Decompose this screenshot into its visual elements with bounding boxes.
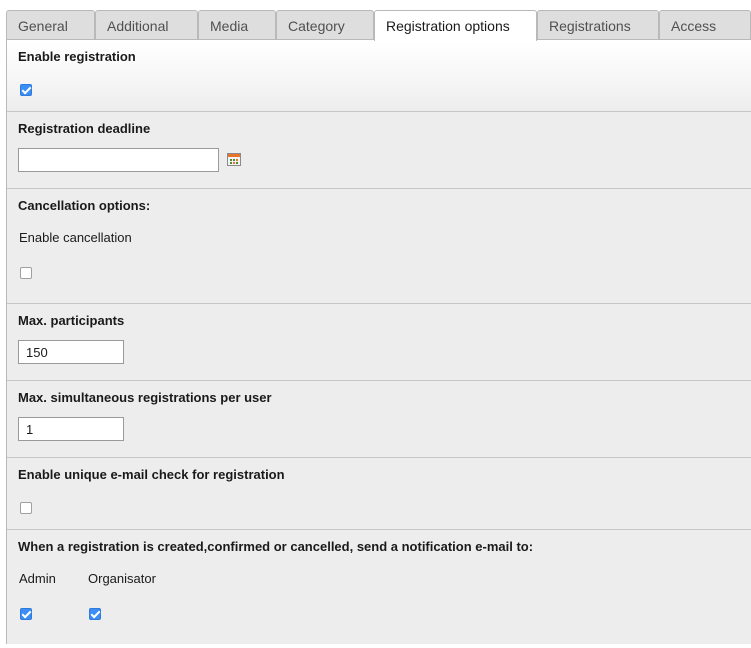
section-cancellation-options: Cancellation options: Enable cancellatio… [7,189,751,304]
registration-options-form: General Additional Media Category Regist… [0,0,751,648]
section-max-participants: Max. participants 150 [7,304,751,381]
tab-registration-options[interactable]: Registration options [374,10,537,41]
organisator-checkbox[interactable] [89,608,101,620]
section-max-simultaneous: Max. simultaneous registrations per user… [7,381,751,458]
tab-label: Registrations [549,18,631,34]
tab-general[interactable]: General [6,10,95,40]
tab-label: Category [288,18,345,34]
tab-label: Media [210,18,249,34]
admin-checkbox[interactable] [20,608,32,620]
tab-media[interactable]: Media [198,10,276,40]
registration-deadline-label: Registration deadline [18,121,151,136]
tab-label: Access [671,18,717,34]
max-simultaneous-input[interactable]: 1 [18,417,124,441]
section-registration-deadline: Registration deadline [7,112,751,189]
section-enable-registration: Enable registration [7,40,751,112]
tab-registrations[interactable]: Registrations [537,10,659,40]
enable-registration-label: Enable registration [18,49,136,64]
tab-label: Additional [107,18,169,34]
section-unique-email-check: Enable unique e-mail check for registrat… [7,458,751,530]
calendar-icon[interactable] [227,153,241,166]
enable-registration-checkbox[interactable] [20,84,32,96]
enable-cancellation-label: Enable cancellation [19,230,132,245]
tab-access[interactable]: Access [659,10,751,40]
notification-label: When a registration is created,confirmed… [18,539,534,554]
tab-label: General [18,18,68,34]
cancellation-options-label: Cancellation options: [18,198,151,213]
tab-panel: Enable registration Registration deadlin… [6,39,751,644]
registration-deadline-input[interactable] [18,148,219,172]
organisator-label: Organisator [88,571,156,586]
max-participants-label: Max. participants [18,313,125,328]
tab-additional[interactable]: Additional [95,10,198,40]
tab-category[interactable]: Category [276,10,374,40]
section-notification: When a registration is created,confirmed… [7,530,751,644]
unique-email-label: Enable unique e-mail check for registrat… [18,467,285,482]
max-simultaneous-label: Max. simultaneous registrations per user [18,390,272,405]
enable-cancellation-checkbox[interactable] [20,267,32,279]
tab-bar: General Additional Media Category Regist… [0,0,751,41]
max-participants-input[interactable]: 150 [18,340,124,364]
unique-email-checkbox[interactable] [20,502,32,514]
admin-label: Admin [19,571,56,586]
tab-label: Registration options [386,18,510,34]
